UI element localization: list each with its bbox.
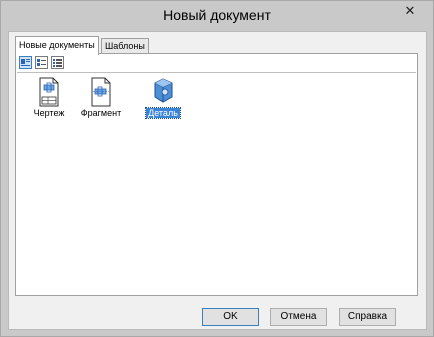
drawing-icon: [39, 77, 59, 107]
document-label: Фрагмент: [80, 108, 122, 118]
small-icons-view-icon[interactable]: [35, 56, 48, 69]
new-document-dialog: Новый документ ✕ Новые документы Шаблоны: [0, 0, 434, 337]
document-label: Деталь: [145, 107, 181, 119]
document-item-drawing[interactable]: Чертеж: [23, 77, 75, 123]
document-item-part[interactable]: Деталь: [137, 77, 189, 123]
list-view-icon[interactable]: [51, 56, 64, 69]
close-icon[interactable]: ✕: [396, 1, 424, 21]
title-bar[interactable]: Новый документ ✕: [1, 1, 433, 31]
part-icon: [154, 78, 173, 103]
cancel-button[interactable]: Отмена: [270, 308, 327, 326]
dialog-body: Новые документы Шаблоны Чертеж Фрагмент …: [8, 31, 427, 330]
document-label: Чертеж: [33, 108, 65, 118]
document-item-fragment[interactable]: Фрагмент: [75, 77, 127, 123]
document-type-list: Чертеж Фрагмент Деталь: [17, 72, 416, 295]
tab-panel: Чертеж Фрагмент Деталь: [15, 53, 418, 296]
tab-templates[interactable]: Шаблоны: [101, 38, 149, 53]
large-icons-view-icon[interactable]: [19, 56, 32, 69]
help-button[interactable]: Справка: [339, 308, 396, 326]
ok-button[interactable]: OK: [202, 308, 259, 326]
tab-new-documents[interactable]: Новые документы: [15, 36, 99, 55]
fragment-icon: [91, 77, 111, 107]
window-title: Новый документ: [163, 7, 271, 23]
